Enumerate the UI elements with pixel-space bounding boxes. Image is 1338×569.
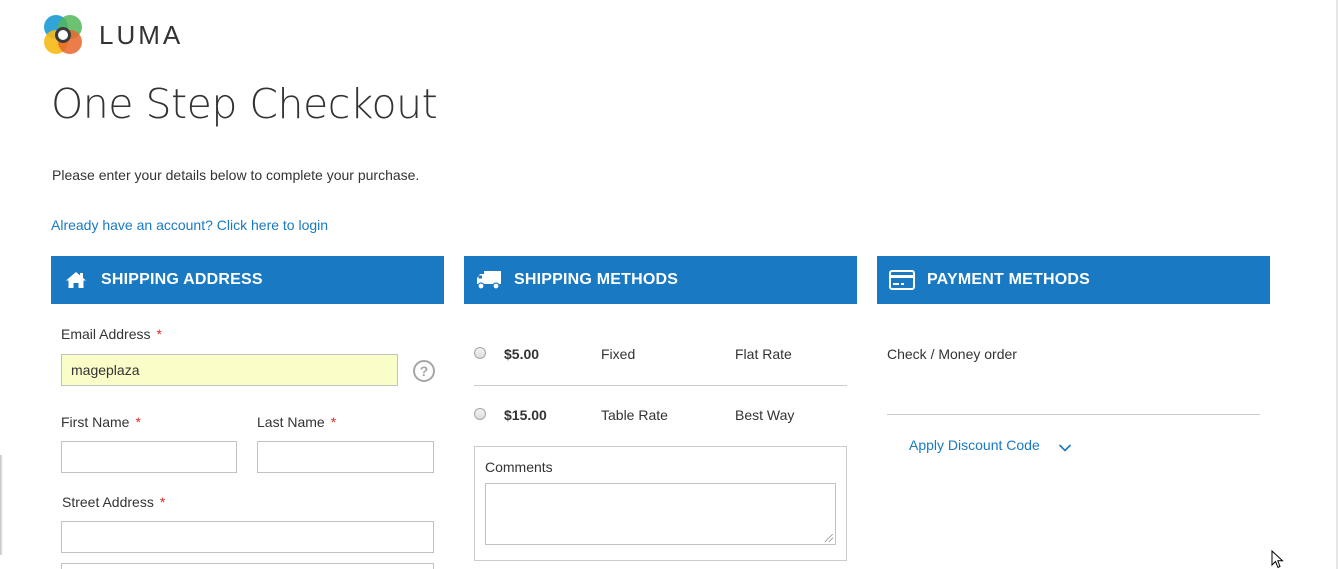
last-name-label: Last Name * — [257, 414, 336, 430]
shipping-address-title: SHIPPING ADDRESS — [101, 271, 263, 288]
shipping-option-row[interactable]: $15.00 Table Rate Best Way — [474, 386, 847, 446]
side-shadow — [0, 455, 3, 555]
payment-divider — [887, 414, 1260, 415]
home-icon — [63, 268, 89, 292]
shipping-methods-title: SHIPPING METHODS — [514, 271, 679, 288]
email-field[interactable] — [61, 354, 398, 386]
mouse-cursor-icon — [1271, 549, 1285, 569]
shipping-methods-section: SHIPPING METHODS $5.00 Fixed Flat Rate $… — [464, 256, 857, 569]
street-address-line2-field[interactable] — [61, 563, 434, 569]
logo-text: LUMA — [99, 19, 184, 50]
email-label-text: Email Address — [61, 326, 151, 342]
required-mark: * — [135, 414, 141, 430]
shipping-carrier-name: Best Way — [735, 407, 795, 423]
required-mark: * — [159, 494, 166, 510]
shipping-methods-body: $5.00 Fixed Flat Rate $15.00 Table Rate … — [464, 304, 857, 569]
page-subtitle: Please enter your details below to compl… — [52, 167, 420, 183]
shipping-price: $5.00 — [504, 346, 540, 362]
payment-methods-section: PAYMENT METHODS Check / Money order Appl… — [877, 256, 1270, 569]
first-name-label-text: First Name — [61, 414, 130, 430]
shipping-methods-header: SHIPPING METHODS — [464, 256, 857, 304]
shipping-option-radio[interactable] — [474, 408, 486, 420]
street-address-field[interactable] — [61, 521, 434, 553]
payment-methods-header: PAYMENT METHODS — [877, 256, 1270, 304]
apply-discount-link[interactable]: Apply Discount Code — [909, 437, 1040, 453]
shipping-address-form: Email Address* ? First Name* Last Name* … — [51, 304, 444, 569]
luma-logo-icon — [44, 15, 82, 54]
required-mark: * — [330, 414, 337, 430]
first-name-label: First Name * — [61, 414, 141, 430]
payment-methods-body: Check / Money order Apply Discount Code — [877, 304, 1270, 569]
first-name-field[interactable] — [61, 441, 237, 473]
shipping-method-name: Fixed — [601, 346, 636, 362]
last-name-field[interactable] — [257, 441, 434, 473]
chevron-down-icon[interactable] — [1058, 440, 1072, 458]
credit-card-icon — [889, 268, 915, 292]
comments-textarea[interactable] — [485, 483, 836, 545]
comments-label: Comments — [485, 459, 553, 475]
shipping-address-header: SHIPPING ADDRESS — [51, 256, 444, 304]
shipping-carrier-name: Flat Rate — [735, 346, 792, 362]
shipping-method-name: Table Rate — [601, 407, 668, 423]
comments-box: Comments — [474, 446, 847, 561]
truck-icon — [476, 268, 502, 292]
shipping-option-radio[interactable] — [474, 347, 486, 359]
shipping-address-section: SHIPPING ADDRESS Email Address * ? First … — [51, 256, 444, 569]
shipping-option-row[interactable]: $5.00 Fixed Flat Rate — [474, 324, 847, 384]
street-address-label: Street Address * — [62, 494, 165, 510]
shipping-price: $15.00 — [504, 407, 547, 423]
street-address-label-text: Street Address — [62, 494, 154, 510]
page-title: One Step Checkout — [51, 80, 438, 128]
resize-grip-icon[interactable] — [825, 534, 833, 542]
help-icon[interactable]: ? — [413, 360, 435, 382]
payment-option-label[interactable]: Check / Money order — [887, 346, 1017, 362]
checkout-page: LUMA One Step Checkout Please enter your… — [0, 0, 1338, 569]
payment-methods-title: PAYMENT METHODS — [927, 271, 1091, 288]
login-link[interactable]: Already have an account? Click here to l… — [51, 217, 328, 233]
logo[interactable]: LUMA — [41, 13, 183, 57]
last-name-label-text: Last Name — [257, 414, 325, 430]
required-mark: * — [156, 326, 162, 342]
email-label: Email Address * — [61, 326, 162, 342]
